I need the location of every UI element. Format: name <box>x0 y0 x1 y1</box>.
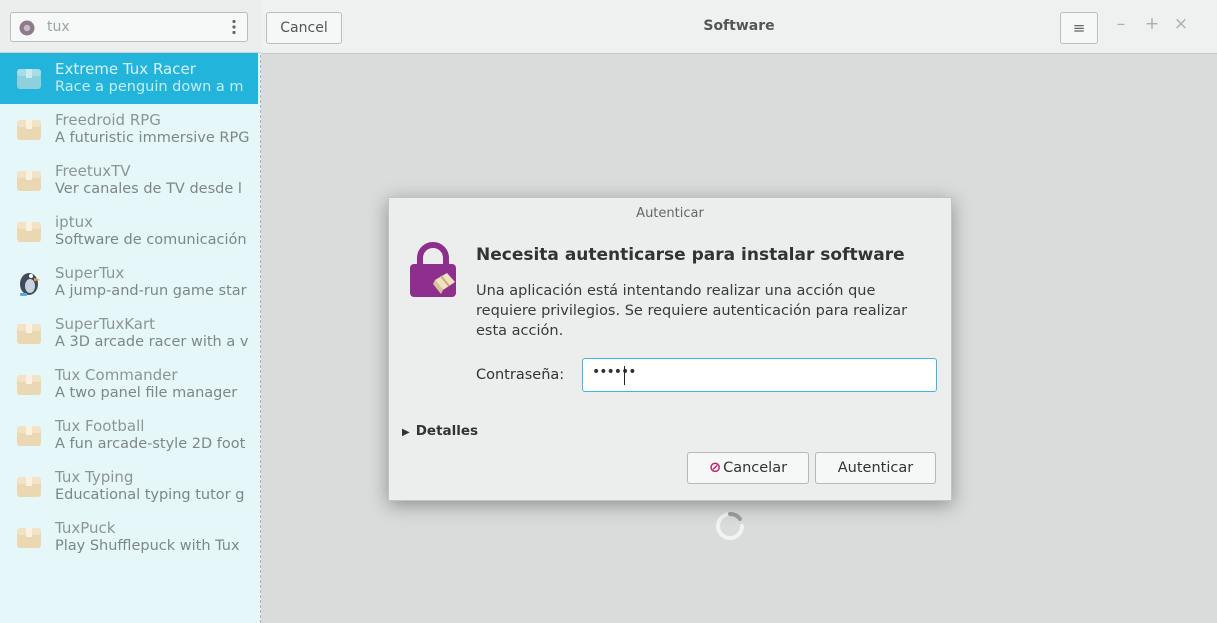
item-description: A fun arcade-style 2D foot <box>55 436 246 452</box>
item-name: Tux Typing <box>55 468 134 486</box>
hamburger-icon: ≡ <box>1072 19 1086 37</box>
maximize-icon[interactable]: + <box>1142 14 1162 34</box>
item-name: Extreme Tux Racer <box>55 60 196 78</box>
package-icon <box>17 324 41 344</box>
details-expander[interactable]: ▶ Detalles <box>402 423 478 439</box>
list-item[interactable]: TuxPuck Play Shufflepuck with Tux <box>0 512 258 563</box>
item-description: Ver canales de TV desde l <box>55 181 242 197</box>
password-mask: •••••• <box>592 364 637 380</box>
list-item[interactable]: Tux Typing Educational typing tutor g <box>0 461 258 512</box>
cancelar-button[interactable]: ⊘ Cancelar <box>687 452 809 484</box>
authentication-dialog: Autenticar Necesita autenticarse para in… <box>388 197 952 501</box>
triangle-right-icon: ▶ <box>402 427 410 438</box>
item-name: SuperTuxKart <box>55 315 156 333</box>
list-item[interactable]: iptux Software de comunicación <box>0 206 258 257</box>
text-caret <box>624 366 625 385</box>
item-description: Software de comunicación <box>55 232 247 248</box>
item-name: SuperTux <box>55 264 125 282</box>
item-description: Race a penguin down a m <box>55 79 244 95</box>
menu-button[interactable]: ≡ <box>1060 12 1098 44</box>
item-description: A jump-and-run game star <box>55 283 247 299</box>
item-name: Freedroid RPG <box>55 111 161 129</box>
list-item[interactable]: FreetuxTV Ver canales de TV desde l <box>0 155 258 206</box>
header-bar: Cancel Software ≡ – + × <box>261 0 1217 54</box>
list-item[interactable]: Tux Commander A two panel file manager <box>0 359 258 410</box>
password-label: Contraseña: <box>476 367 565 383</box>
item-description: A two panel file manager <box>55 385 238 401</box>
lock-icon <box>410 242 456 297</box>
item-description: Play Shufflepuck with Tux <box>55 538 240 554</box>
penguin-icon <box>20 273 41 296</box>
item-name: Tux Football <box>55 417 145 435</box>
package-icon <box>17 426 41 446</box>
search-icon <box>19 20 35 36</box>
search-bar: tux <box>0 0 261 53</box>
autenticar-button[interactable]: Autenticar <box>815 452 936 484</box>
search-input[interactable]: tux <box>10 12 248 42</box>
item-description: A 3D arcade racer with a v <box>55 334 249 350</box>
list-item[interactable]: Tux Football A fun arcade-style 2D foot <box>0 410 258 461</box>
loading-spinner-icon <box>716 512 744 540</box>
cancel-circle-icon: ⊘ <box>708 460 722 476</box>
minimize-icon[interactable]: – <box>1111 14 1131 34</box>
package-icon <box>17 69 41 89</box>
list-item[interactable]: SuperTuxKart A 3D arcade racer with a v <box>0 308 258 359</box>
package-icon <box>17 171 41 191</box>
details-label: Detalles <box>415 423 479 439</box>
item-name: FreetuxTV <box>55 162 131 180</box>
list-item[interactable]: Freedroid RPG A futuristic immersive RPG <box>0 104 258 155</box>
item-name: Tux Commander <box>55 366 178 384</box>
item-name: TuxPuck <box>55 519 116 537</box>
item-description: A futuristic immersive RPG <box>55 130 250 146</box>
item-description: Educational typing tutor g <box>55 487 245 503</box>
dialog-message: Una aplicación está intentando realizar … <box>476 283 908 339</box>
package-icon <box>17 222 41 242</box>
list-item[interactable]: Extreme Tux Racer Race a penguin down a … <box>0 53 258 104</box>
search-results-sidebar: tux Extreme Tux Racer Race a penguin dow… <box>0 0 261 623</box>
password-field[interactable]: •••••• <box>582 358 937 392</box>
results-list: Extreme Tux Racer Race a penguin down a … <box>0 53 258 563</box>
package-icon <box>17 528 41 548</box>
more-options-icon[interactable] <box>231 19 237 35</box>
close-icon[interactable]: × <box>1171 14 1191 34</box>
package-icon <box>17 375 41 395</box>
package-icon <box>17 477 41 497</box>
search-value: tux <box>47 19 70 35</box>
list-item[interactable]: SuperTux A jump-and-run game star <box>0 257 258 308</box>
dialog-title: Autenticar <box>636 206 704 221</box>
package-icon <box>17 120 41 140</box>
cancelar-label: Cancelar <box>723 460 788 476</box>
item-name: iptux <box>55 213 93 231</box>
dialog-heading: Necesita autenticarse para instalar soft… <box>476 245 905 265</box>
